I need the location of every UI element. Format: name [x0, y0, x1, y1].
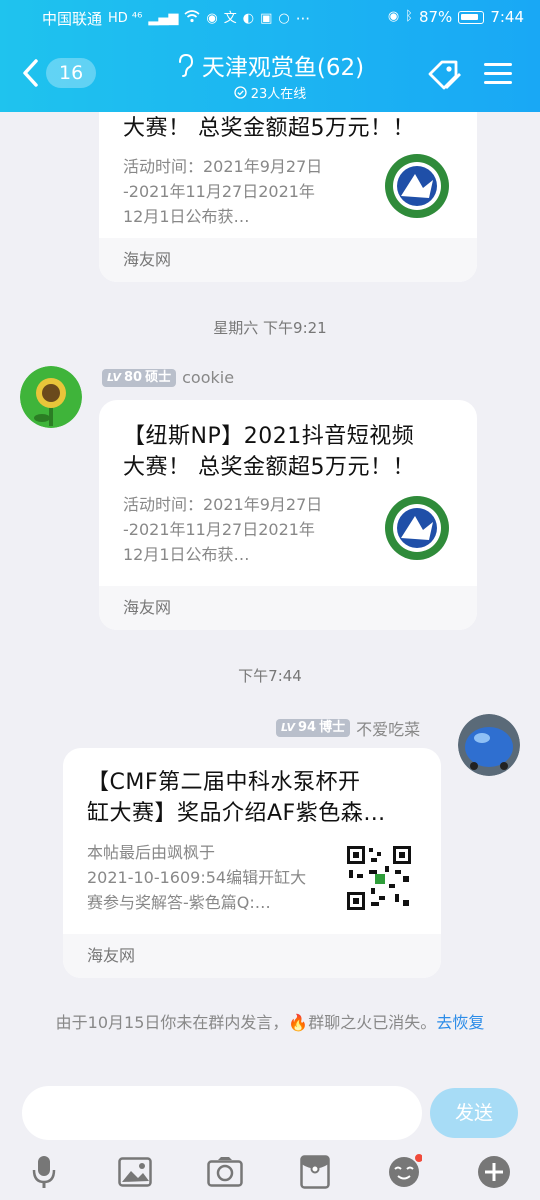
chat-title: 天津观赏鱼(62)	[201, 55, 365, 81]
more-notifications-icon: ···	[295, 9, 311, 28]
network-label: HD ⁴⁶	[108, 10, 143, 26]
header: 中国联通 HD ⁴⁶ ▂▄▆ ◉ 文 ◐ ▣ ○ ··· ◉ ᛒ 87% 7:4…	[0, 0, 540, 112]
level-badge: LV 80 硕士	[102, 368, 177, 387]
time-divider: 星期六 下午9:21	[213, 319, 327, 337]
card-description-line: 2021-10-1609:54编辑开缸大	[87, 868, 307, 887]
emoji-icon[interactable]	[384, 1152, 424, 1192]
card-description-line: 本帖最后由飒枫于	[87, 843, 216, 862]
sender-name: cookie	[182, 368, 235, 387]
card-source: 海友网	[99, 586, 477, 630]
card-description-line: -2021年11月27日2021年	[123, 520, 315, 539]
red-packet-icon[interactable]	[295, 1152, 335, 1192]
tag-icon	[428, 60, 461, 90]
title-bar: 16 天津观赏鱼(62) 23人在线	[0, 44, 540, 108]
battery-icon	[458, 10, 485, 24]
association-logo-thumbnail	[385, 154, 449, 218]
shared-link-card[interactable]: 【纽斯NP】2021抖音短视频 大赛！ 总奖金额超5万元！！ 活动时间：2021…	[99, 400, 477, 630]
battery-percent: 87%	[418, 8, 453, 26]
level-badge: LV 94 博士	[276, 719, 351, 737]
card-title: 【纽斯NP】2021抖音短视频	[123, 424, 415, 449]
bluetooth-icon: ᛒ	[405, 9, 413, 24]
qr-code-thumbnail	[345, 844, 413, 912]
wifi-icon	[184, 9, 200, 29]
sender-info: LV 80 硕士 cookie	[102, 368, 234, 387]
group-tools-button[interactable]	[426, 58, 464, 98]
app-icon: ◐	[242, 10, 255, 26]
time-divider: 下午7:44	[238, 667, 302, 685]
camera-icon[interactable]	[205, 1152, 245, 1192]
app-icon-2: ▣	[260, 10, 273, 26]
plus-icon[interactable]	[474, 1152, 514, 1192]
card-title: 【CMF第二届中科水泵杯开	[87, 770, 361, 795]
carrier-label: 中国联通	[42, 10, 103, 28]
unread-count-badge: 16	[46, 58, 97, 88]
online-count: 23人在线	[250, 87, 307, 102]
input-toolbar	[0, 1142, 540, 1200]
chevron-left-icon	[23, 59, 38, 87]
restore-link[interactable]: 去恢复	[436, 1013, 484, 1032]
back-button[interactable]: 16	[20, 58, 97, 88]
avatar[interactable]	[458, 714, 520, 776]
card-description-line: 活动时间：2021年9月27日	[123, 157, 323, 176]
card-description-line: 活动时间：2021年9月27日	[123, 495, 323, 514]
status-bar: 中国联通 HD ⁴⁶ ▂▄▆ ◉ 文 ◐ ▣ ○ ··· ◉ ᛒ 87% 7:4…	[0, 0, 540, 36]
menu-button[interactable]	[484, 58, 512, 92]
card-description-line: 12月1日公布获…	[123, 545, 250, 564]
avatar[interactable]	[20, 366, 82, 428]
ear-icon	[178, 53, 193, 77]
image-icon[interactable]	[115, 1152, 155, 1192]
message-input[interactable]	[22, 1086, 422, 1140]
card-description-line: 12月1日公布获…	[123, 207, 250, 226]
card-title: 大赛！ 总奖金额超5万元！！	[123, 455, 415, 480]
send-button[interactable]: 发送	[430, 1088, 518, 1138]
card-title: 缸大赛】奖品介绍AF紫色森…	[87, 801, 386, 826]
weibo-icon: ◉	[206, 10, 218, 26]
message-list[interactable]: 大赛！ 总奖金额超5万元！！ 活动时间：2021年9月27日 -2021年11月…	[0, 112, 540, 1082]
card-description-line: 赛参与奖解答-紫色篇Q:…	[87, 893, 271, 912]
microphone-icon[interactable]	[24, 1152, 64, 1192]
shared-link-card[interactable]: 【CMF第二届中科水泵杯开 缸大赛】奖品介绍AF紫色森… 本帖最后由飒枫于 20…	[63, 748, 441, 978]
card-description-line: -2021年11月27日2021年	[123, 182, 315, 201]
notice-text: 由于10月15日你未在群内发言，🔥群聊之火已消失。	[55, 1013, 437, 1032]
system-notice: 由于10月15日你未在群内发言，🔥群聊之火已消失。去恢复	[30, 1010, 510, 1035]
eye-icon: ◉	[387, 9, 400, 24]
hamburger-icon	[484, 63, 512, 84]
input-row: 发送	[0, 1082, 540, 1142]
translate-icon: 文	[223, 10, 237, 26]
chat-title-area[interactable]: 天津观赏鱼(62) 23人在线	[150, 48, 390, 102]
signal-icon: ▂▄▆	[148, 10, 179, 26]
card-title: 大赛！ 总奖金额超5万元！！	[123, 116, 415, 141]
association-logo-thumbnail	[385, 496, 449, 560]
sender-name: 不爱吃菜	[356, 720, 421, 739]
clock: 7:44	[490, 8, 524, 26]
card-source: 海友网	[99, 238, 477, 282]
shared-link-card[interactable]: 大赛！ 总奖金额超5万元！！ 活动时间：2021年9月27日 -2021年11月…	[99, 112, 477, 282]
online-check-icon	[234, 86, 247, 99]
circle-icon: ○	[278, 10, 290, 26]
card-source: 海友网	[63, 934, 441, 978]
sender-info: LV 94 博士 不爱吃菜	[276, 716, 420, 740]
